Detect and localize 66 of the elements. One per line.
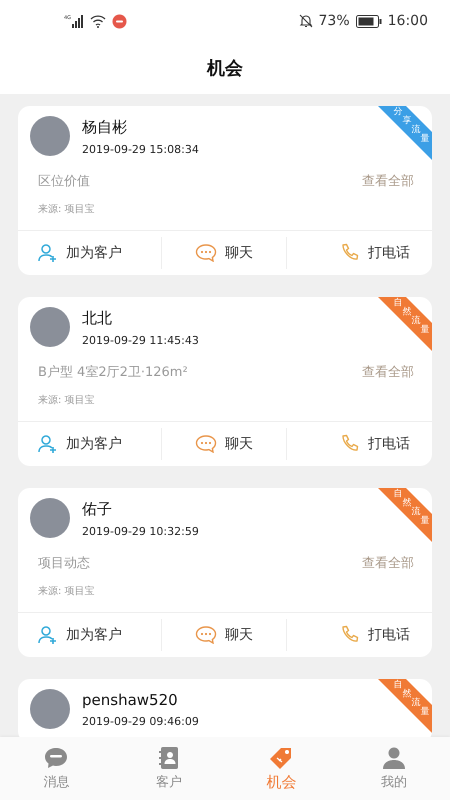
avatar-placeholder xyxy=(30,116,70,156)
card-action-button[interactable]: 加为客户 xyxy=(18,231,162,275)
ribbon-label: 量 xyxy=(420,326,430,334)
ribbon-label: 自 xyxy=(394,298,402,308)
customer-name: penshaw520 xyxy=(82,691,179,709)
opportunity-card[interactable]: 分享流量 杨自彬 2019-09-29 15:08:34 区位价值 查看全部 来源: 项目宝 加为客户 聊天 打电话 xyxy=(18,106,432,275)
source-label: 来源: 项目宝 xyxy=(37,202,96,217)
card-action-button[interactable]: 打电话 xyxy=(286,422,432,466)
ribbon-label: 量 xyxy=(420,134,430,144)
interest-topic: B户型 4室2厅2卫·126m² xyxy=(38,364,188,381)
card-action-button[interactable]: 加为客户 xyxy=(18,422,162,466)
opportunity-card[interactable]: 自然流量 北北 2019-09-29 11:45:43 B户型 4室2厅2卫·126m² 查看全部 来源: 项目宝 加为客户 聊天 打电话 xyxy=(18,297,432,466)
phone-icon xyxy=(340,434,360,454)
ribbon-label: 然 xyxy=(402,690,412,698)
ribbon-label: 然 xyxy=(402,498,412,508)
chat-bubble-icon xyxy=(43,746,70,770)
source-label: 来源: 项目宝 xyxy=(37,394,96,408)
person-add-icon xyxy=(38,243,58,263)
person-icon xyxy=(382,746,406,770)
customer-name: 北北 xyxy=(82,309,113,328)
avatar-placeholder xyxy=(30,498,70,538)
chat-bubble-icon xyxy=(194,626,217,644)
person-add-icon xyxy=(38,625,58,645)
ribbon-label: 流 xyxy=(412,316,420,326)
timestamp: 2019-09-29 09:46:09 xyxy=(82,715,199,728)
interest-topic: 区位价值 xyxy=(38,173,90,190)
ribbon-label: 量 xyxy=(420,516,430,526)
timestamp: 2019-09-29 15:08:34 xyxy=(82,143,199,156)
ribbon-label: 自 xyxy=(394,490,402,498)
person-add-icon xyxy=(38,434,58,454)
wifi-icon xyxy=(90,14,106,28)
chat-bubble-icon xyxy=(194,435,217,453)
timestamp: 2019-09-29 11:45:43 xyxy=(82,334,199,347)
card-action-button[interactable]: 打电话 xyxy=(286,613,432,657)
notification-badge-icon xyxy=(112,14,127,28)
ribbon-label: 自 xyxy=(394,680,402,690)
battery-icon xyxy=(356,14,382,28)
timestamp: 2019-09-29 10:32:59 xyxy=(82,525,199,538)
contact-book-icon xyxy=(158,746,180,770)
clock-time: 16:00 xyxy=(388,13,428,29)
ribbon-label: 分 xyxy=(394,108,402,116)
card-action-button[interactable]: 聊天 xyxy=(162,231,286,275)
ribbon-label: 流 xyxy=(412,508,420,516)
card-action-button[interactable]: 打电话 xyxy=(286,231,432,275)
phone-icon xyxy=(340,243,360,263)
battery-percentage: 73% xyxy=(318,13,350,29)
avatar-placeholder xyxy=(30,307,70,347)
customer-name: 杨自彬 xyxy=(82,118,128,137)
card-action-button[interactable]: 聊天 xyxy=(162,422,286,466)
ribbon-label: 流 xyxy=(412,126,420,134)
source-label: 来源: 项目宝 xyxy=(37,584,96,599)
ribbon-label: 量 xyxy=(420,708,430,716)
chat-bubble-icon xyxy=(194,244,217,262)
ribbon-label: 流 xyxy=(412,698,420,708)
bell-off-icon xyxy=(298,14,313,28)
customer-name: 佑子 xyxy=(82,500,113,519)
phone-icon xyxy=(340,625,360,645)
page-title: 机会 xyxy=(207,57,243,80)
ribbon-label: 然 xyxy=(402,308,412,316)
card-action-button[interactable]: 加为客户 xyxy=(18,613,162,657)
ribbon-label: 享 xyxy=(402,116,412,126)
avatar-placeholder xyxy=(30,689,70,729)
opportunity-card[interactable]: 自然流量 penshaw520 2019-09-29 09:46:09 xyxy=(18,679,432,737)
opportunity-card[interactable]: 自然流量 佑子 2019-09-29 10:32:59 项目动态 查看全部 来源: 项目宝 加为客户 聊天 打电话 xyxy=(18,488,432,657)
interest-topic: 项目动态 xyxy=(38,555,90,572)
card-action-button[interactable]: 聊天 xyxy=(162,613,286,657)
